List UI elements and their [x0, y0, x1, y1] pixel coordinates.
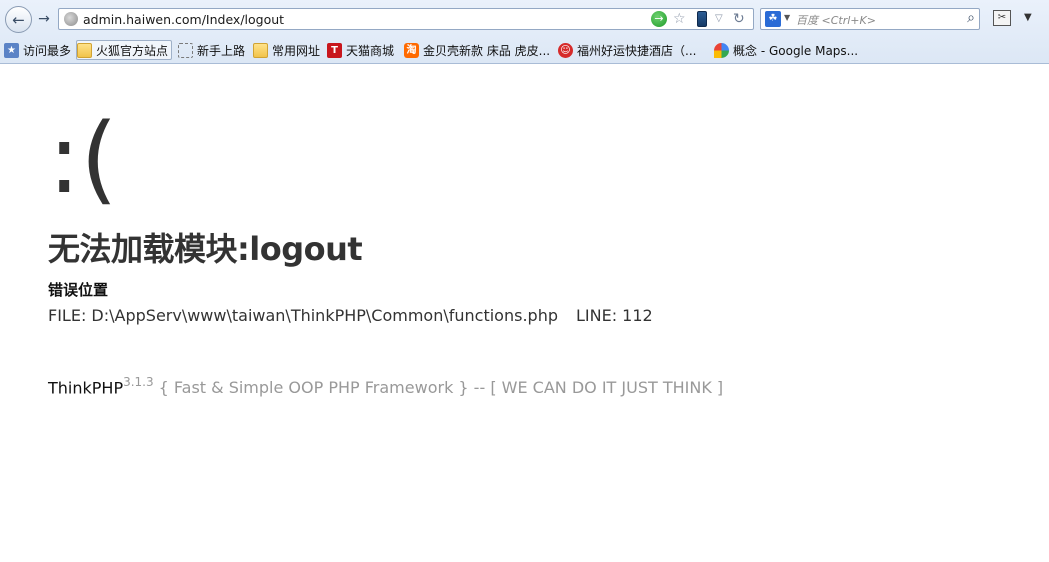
favorites-icon: ★ [4, 42, 19, 58]
site-identity-icon[interactable] [64, 12, 78, 26]
back-button[interactable]: ← [5, 6, 32, 33]
send-to-phone-icon[interactable] [697, 11, 707, 27]
framework-version: 3.1.3 [123, 375, 154, 389]
bookmark-label: 新手上路 [197, 43, 246, 58]
forward-arrow-icon: → [38, 11, 50, 27]
bookmark-label: 火狐官方站点 [96, 43, 169, 58]
bookmark-tmall[interactable]: T 天猫商城 [327, 40, 394, 60]
search-bar[interactable]: ☘ ▼ 百度 <Ctrl+K> ⌕ [760, 8, 980, 30]
bookmark-label: 访问最多 [23, 43, 72, 58]
taobao-icon: 淘 [404, 42, 419, 58]
baidu-paw-icon[interactable]: ☘ [765, 11, 781, 27]
framework-footer: ThinkPHP3.1.3 { Fast & Simple OOP PHP Fra… [48, 375, 724, 398]
tmall-icon: T [327, 42, 342, 58]
bookmark-getting-started[interactable]: 新手上路 [178, 40, 245, 60]
framework-tagline: { Fast & Simple OOP PHP Framework } -- [… [158, 378, 724, 398]
go-icon[interactable]: → [651, 11, 667, 27]
error-location: FILE: D:\AppServ\www\taiwan\ThinkPHP\Com… [48, 306, 653, 325]
sad-face: :( [48, 103, 118, 215]
bookmark-common-sites[interactable]: 常用网址 [253, 40, 320, 60]
dashed-page-icon [178, 42, 193, 58]
address-bar[interactable]: admin.haiwen.com/Index/logout → ☆ ▽ ↻ [58, 8, 754, 30]
bookmark-label: 金贝壳新款 床品 虎皮... [423, 43, 551, 58]
bookmark-taobao-item[interactable]: 淘 金贝壳新款 床品 虎皮... [404, 40, 550, 60]
search-magnifier-icon[interactable]: ⌕ [967, 10, 975, 26]
browser-chrome: ← → admin.haiwen.com/Index/logout → ☆ ▽ … [0, 0, 1049, 64]
folder-icon [77, 42, 92, 58]
forward-button[interactable]: → [35, 10, 53, 28]
error-line: LINE: 112 [575, 306, 653, 325]
google-maps-icon [714, 42, 729, 58]
bookmark-label: 天猫商城 [346, 43, 395, 58]
url-text[interactable]: admin.haiwen.com/Index/logout [83, 12, 284, 27]
framework-name: ThinkPHP [48, 378, 124, 398]
bookmark-label: 福州好运快捷酒店（... [577, 43, 697, 58]
error-file: FILE: D:\AppServ\www\taiwan\ThinkPHP\Com… [48, 306, 558, 325]
bookmark-google-maps[interactable]: 概念 - Google Maps... [714, 40, 858, 60]
menu-dropdown-icon[interactable]: ▼ [1024, 12, 1032, 23]
engine-dropdown-icon[interactable]: ▼ [784, 13, 790, 22]
folder-icon [253, 42, 268, 58]
bookmark-most-visited[interactable]: ★ 访问最多 [4, 40, 71, 60]
bookmark-label: 概念 - Google Maps... [733, 43, 859, 58]
bookmark-star-icon[interactable]: ☆ [673, 10, 686, 28]
hotel-icon: ☺ [558, 42, 573, 58]
bookmark-firefox-official[interactable]: 火狐官方站点 [76, 40, 173, 60]
bookmark-hotel[interactable]: ☺ 福州好运快捷酒店（... [558, 40, 696, 60]
history-dropdown-icon[interactable]: ▽ [715, 10, 723, 28]
page-title: 无法加载模块:logout [48, 230, 363, 268]
screenshot-tool-icon[interactable]: ✂ [993, 10, 1011, 26]
search-placeholder[interactable]: 百度 <Ctrl+K> [796, 12, 876, 28]
reload-icon[interactable]: ↻ [733, 10, 745, 28]
bookmark-label: 常用网址 [272, 43, 321, 58]
error-location-label: 错误位置 [48, 281, 109, 299]
back-arrow-icon: ← [12, 10, 25, 29]
bookmarks-toolbar: ★ 访问最多 火狐官方站点 新手上路 常用网址 T 天猫商城 淘 金贝壳新款 床… [0, 38, 1049, 62]
